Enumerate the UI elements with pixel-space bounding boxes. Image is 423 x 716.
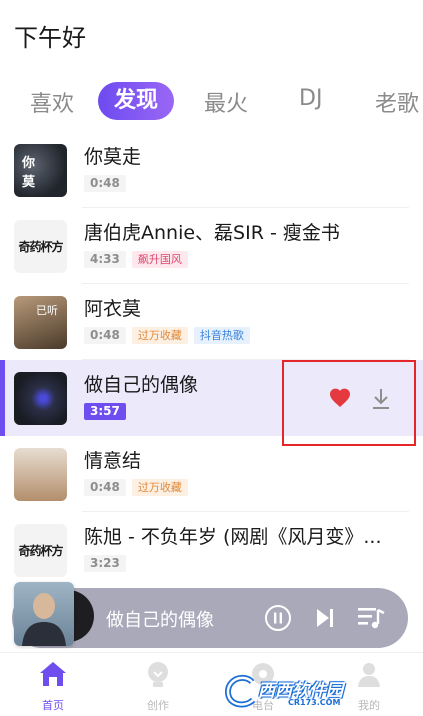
song-duration: 0:48 <box>84 174 126 192</box>
song-duration: 4:33 <box>84 250 126 268</box>
nav-home-label: 首页 <box>42 699 64 712</box>
song-title: 阿衣莫 <box>84 298 142 320</box>
song-row[interactable]: 你莫 你莫走 0:48 <box>0 132 423 208</box>
category-tabs: 喜欢 发现 最火 DJ 老歌 <box>0 80 423 126</box>
greeting-title: 下午好 <box>14 24 86 52</box>
player-cover[interactable] <box>14 582 74 646</box>
tag-badge: 抖音热歌 <box>193 326 250 344</box>
tab-discover[interactable]: 发现 <box>98 82 175 120</box>
watermark-url: CR173.COM <box>288 698 341 707</box>
song-title: 情意结 <box>84 450 142 472</box>
song-duration: 3:57 <box>84 402 126 420</box>
heart-icon[interactable] <box>328 386 352 410</box>
tab-likes[interactable]: 喜欢 <box>30 86 74 118</box>
song-duration: 0:48 <box>84 478 126 496</box>
playlist-button[interactable] <box>356 604 386 632</box>
tag-badge: 过万收藏 <box>131 326 188 344</box>
album-cover: 奇药杯方 <box>14 524 67 577</box>
song-title: 陈旭 - 不负年岁 (网剧《风月变》... <box>84 526 382 548</box>
album-cover-logo: 奇药杯方 <box>18 240 63 254</box>
lightbulb-icon <box>148 662 168 687</box>
tab-hottest[interactable]: 最火 <box>204 86 248 118</box>
home-icon <box>40 662 66 686</box>
song-row[interactable]: 奇药杯方 唐伯虎Annie、磊SIR - 瘦金书 4:33 飙升国风 <box>0 208 423 284</box>
next-track-button[interactable] <box>314 606 336 630</box>
nav-create[interactable]: 创作 <box>116 653 200 716</box>
album-cover-logo: 奇药杯方 <box>18 544 63 558</box>
album-cover: 奇药杯方 <box>14 220 67 273</box>
watermark-logo-icon <box>225 674 256 708</box>
song-row[interactable]: 奇药杯方 陈旭 - 不负年岁 (网剧《风月变》... 3:23 <box>0 512 423 588</box>
song-title: 唐伯虎Annie、磊SIR - 瘦金书 <box>84 222 340 244</box>
album-cover: 你莫 <box>14 144 67 197</box>
player-song-title: 做自己的偶像 <box>106 610 214 631</box>
nav-create-label: 创作 <box>147 699 169 712</box>
album-cover <box>14 372 67 425</box>
download-icon[interactable] <box>370 387 392 411</box>
played-mark: 已听 <box>36 304 58 317</box>
site-watermark: 西西软件园 CR173.COM <box>218 670 418 712</box>
song-duration: 0:48 <box>84 326 126 344</box>
tab-oldies[interactable]: 老歌 <box>375 86 419 118</box>
song-title: 你莫走 <box>84 146 142 168</box>
tag-badge: 飙升国风 <box>131 250 188 268</box>
album-cover <box>14 448 67 501</box>
tag-badge: 过万收藏 <box>131 478 188 496</box>
song-duration: 3:23 <box>84 554 126 572</box>
tab-dj[interactable]: DJ <box>299 86 322 111</box>
pause-button[interactable] <box>264 604 292 632</box>
album-cover: 已听 <box>14 296 67 349</box>
song-row[interactable]: 已听 阿衣莫 0:48 过万收藏 抖音热歌 <box>0 284 423 360</box>
nav-home[interactable]: 首页 <box>11 653 95 716</box>
song-row[interactable]: 情意结 0:48 过万收藏 <box>0 436 423 512</box>
playing-indicator <box>0 360 5 436</box>
